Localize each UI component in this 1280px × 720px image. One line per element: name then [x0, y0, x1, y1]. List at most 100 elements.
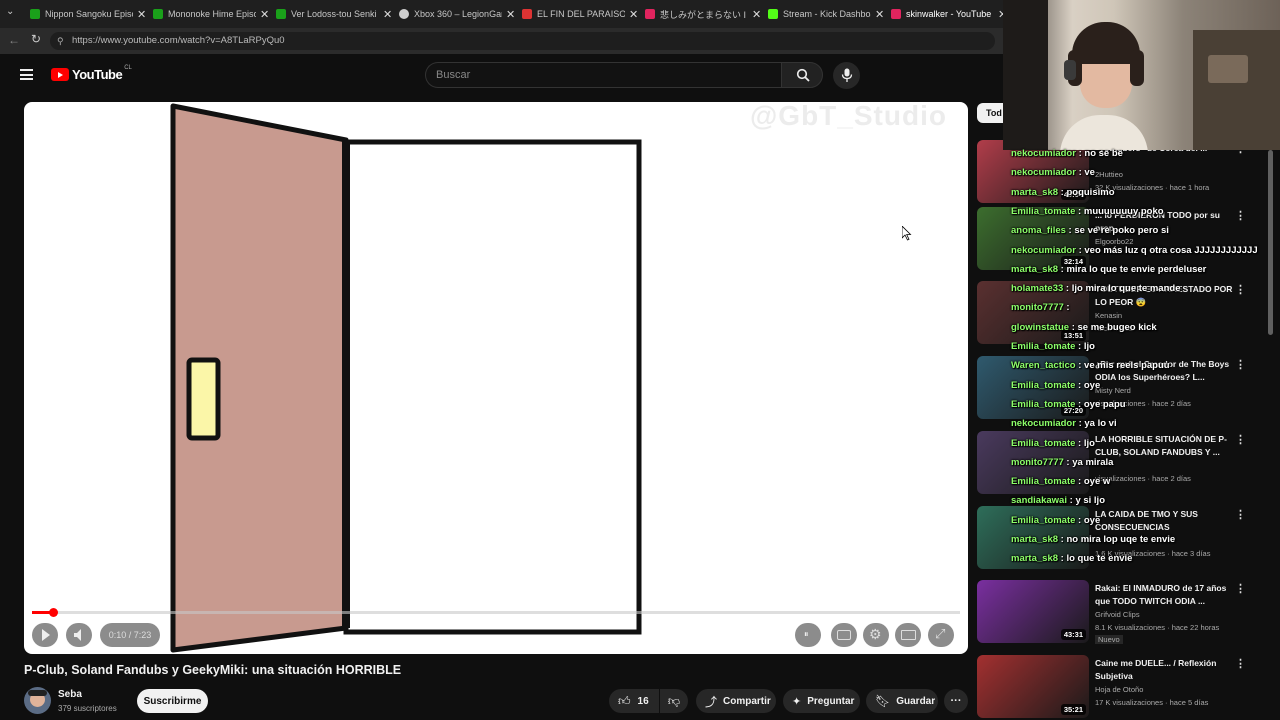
address-bar[interactable]: ⚲ https://www.youtube.com/watch?v=A8TLaR…	[50, 32, 995, 50]
url-text: https://www.youtube.com/watch?v=A8TLaRPy…	[72, 35, 285, 46]
recommendation-title[interactable]: Caine me DUELE... / Reflexión Subjetiva	[1095, 657, 1235, 683]
recommendation-channel[interactable]: Misty Nerd	[1095, 386, 1255, 395]
video-duration: 49:04	[1060, 189, 1086, 200]
recommendation-thumbnail[interactable]: 27:20	[977, 356, 1089, 419]
recommendation-item[interactable]: 13:51 YOUTUBER ES ARRESTADO POR LO PEOR 😨…	[977, 281, 1267, 351]
microphone-icon	[841, 68, 852, 82]
recommendation-menu-icon[interactable]: ⋮	[1235, 209, 1246, 222]
recommendation-menu-icon[interactable]: ⋮	[1235, 582, 1246, 595]
recommendation-channel[interactable]: Elgoorbo22	[1095, 237, 1255, 246]
reload-icon[interactable]: ↻	[31, 32, 41, 46]
recommendation-thumbnail[interactable]: 43:31	[977, 580, 1089, 643]
recommendation-item[interactable]: 43:31 Rakai: El INMADURO de 17 años que T…	[977, 580, 1267, 650]
subtitles-button[interactable]	[831, 623, 857, 647]
play-icon	[42, 629, 50, 641]
fullscreen-button[interactable]: ⤢	[928, 623, 954, 647]
youtube-logo[interactable]: YouTube CL	[51, 65, 132, 82]
tab-close-icon[interactable]: ✕	[875, 8, 884, 21]
browser-tab[interactable]: Nippon Sangoku Episo ✕	[30, 4, 147, 24]
browser-tab[interactable]: EL FIN DEL PARAISO - C ✕	[522, 4, 639, 24]
tab-close-icon[interactable]: ✕	[629, 8, 638, 21]
tab-close-icon[interactable]: ✕	[752, 8, 761, 21]
recommendation-title[interactable]: ... lo PERDIERON TODO por su prop...	[1095, 209, 1235, 235]
like-button[interactable]: 👍︎ 16	[609, 689, 659, 713]
progress-bar[interactable]	[32, 608, 960, 617]
recommendation-channel[interactable]: 2Huttieo	[1095, 170, 1255, 179]
autoplay-toggle[interactable]: ⏸	[795, 623, 821, 647]
share-button[interactable]: ⤴ Compartir	[696, 689, 776, 713]
recommendation-item[interactable]: 27:20 ¿Por qué el Creador de The Boys ODI…	[977, 356, 1267, 426]
browser-tab[interactable]: Mononoke Hime Episo ✕	[153, 4, 270, 24]
thumbs-down-icon: 👎︎	[667, 693, 681, 708]
browser-tab[interactable]: Stream - Kick Dashboa ✕	[768, 4, 885, 24]
ask-button[interactable]: ✦ Preguntar	[783, 689, 860, 713]
more-icon: ···	[950, 695, 962, 707]
recommendation-title[interactable]: LA HORRIBLE SITUACIÓN DE P-CLUB, SOLAND …	[1095, 433, 1235, 459]
tab-list-chevron-icon[interactable]: ⌄	[6, 6, 14, 17]
recommendation-title[interactable]: Rakai: El INMADURO de 17 años que TODO T…	[1095, 582, 1235, 608]
recommendation-menu-icon[interactable]: ⋮	[1235, 508, 1246, 521]
recommendation-meta: 32 K visualizaciones · hace 1 hora	[1095, 183, 1210, 192]
recommendations-scrollbar[interactable]	[1268, 150, 1273, 335]
recommendation-thumbnail[interactable]: 13:51	[977, 281, 1089, 344]
settings-button[interactable]: ⚙	[863, 623, 889, 647]
recommendation-title[interactable]: ¿Por qué el Creador de The Boys ODIA los…	[1095, 358, 1235, 384]
recommendation-thumbnail[interactable]	[977, 506, 1089, 569]
chip-all[interactable]: Tod	[977, 103, 1003, 123]
theater-mode-button[interactable]	[895, 623, 921, 647]
recommendation-channel[interactable]: Hoja de Otoño	[1095, 685, 1255, 694]
channel-name[interactable]: Seba	[58, 689, 82, 700]
subtitles-icon	[837, 630, 851, 640]
tab-favicon-icon	[768, 9, 778, 19]
menu-icon[interactable]	[20, 69, 33, 80]
recommendation-item[interactable]: LA CAIDA DE TMO Y SUS CONSECUENCIAS 1.6 K…	[977, 506, 1267, 576]
tab-close-icon[interactable]: ✕	[260, 8, 269, 21]
channel-avatar[interactable]	[24, 687, 51, 714]
tab-favicon-icon	[522, 9, 532, 19]
browser-tab[interactable]: skinwalker - YouTube✕	[891, 4, 1008, 24]
search-input[interactable]: Buscar	[425, 62, 781, 88]
ask-label: Preguntar	[807, 695, 855, 707]
video-duration: 43:31	[1060, 629, 1086, 640]
recommendations-list: 49:04"Youtubers" de Corea del ...2Huttie…	[977, 140, 1272, 720]
recommendation-menu-icon[interactable]: ⋮	[1235, 283, 1246, 296]
recommendation-menu-icon[interactable]: ⋮	[1235, 358, 1246, 371]
site-info-icon[interactable]: ⚲	[57, 32, 64, 50]
dislike-button[interactable]: 👎︎	[660, 689, 688, 713]
play-button[interactable]	[32, 623, 58, 647]
volume-button[interactable]	[66, 623, 92, 647]
browser-tab[interactable]: Xbox 360 – LegionGam ✕	[399, 4, 516, 24]
logo-text: YouTube	[72, 67, 123, 82]
mouse-cursor-icon	[902, 226, 912, 241]
tab-close-icon[interactable]: ✕	[137, 8, 146, 21]
recommendation-thumbnail[interactable]: 32:14	[977, 207, 1089, 270]
tab-close-icon[interactable]: ✕	[383, 8, 392, 21]
tab-close-icon[interactable]: ✕	[506, 8, 515, 21]
save-button[interactable]: 🔖︎ Guardar	[866, 689, 938, 713]
recommendation-thumbnail[interactable]	[977, 431, 1089, 494]
search-button[interactable]	[781, 62, 823, 88]
recommendation-thumbnail[interactable]: 35:21	[977, 655, 1089, 718]
recommendation-channel[interactable]: Grifvoid Clips	[1095, 610, 1255, 619]
recommendation-menu-icon[interactable]: ⋮	[1235, 433, 1246, 446]
share-label: Compartir	[723, 695, 771, 707]
recommendation-item[interactable]: 35:21 Caine me DUELE... / Reflexión Subje…	[977, 655, 1267, 720]
recommendation-title[interactable]: LA CAIDA DE TMO Y SUS CONSECUENCIAS	[1095, 508, 1235, 534]
voice-search-button[interactable]	[833, 62, 860, 89]
channel-watermark: @GbT_Studio	[750, 102, 947, 131]
subscribe-button[interactable]: Suscribirme	[137, 689, 208, 713]
browser-tab[interactable]: Ver Lodoss-tou Senki O ✕	[276, 4, 393, 24]
pause-icon: ⏸	[804, 629, 809, 639]
recommendation-item[interactable]: LA HORRIBLE SITUACIÓN DE P-CLUB, SOLAND …	[977, 431, 1267, 501]
more-actions-button[interactable]: ···	[944, 689, 968, 713]
recommendation-channel[interactable]: Kenasin	[1095, 311, 1255, 320]
back-icon[interactable]: ←	[8, 33, 20, 47]
tab-title: Xbox 360 – LegionGam	[414, 9, 502, 19]
video-player[interactable]: @GbT_Studio 0:10 / 7:23 ⏸ ⚙ ⤢	[24, 102, 968, 654]
recommendation-title[interactable]: YOUTUBER ES ARRESTADO POR LO PEOR 😨	[1095, 283, 1235, 309]
video-duration: 13:51	[1060, 330, 1086, 341]
browser-tab[interactable]: 悲しみがとまらない I CAI ✕	[645, 4, 762, 24]
recommendation-menu-icon[interactable]: ⋮	[1235, 657, 1246, 670]
recommendation-item[interactable]: 32:14 ... lo PERDIERON TODO por su prop..…	[977, 207, 1267, 277]
recommendation-item[interactable]: 49:04"Youtubers" de Corea del ...2Huttie…	[977, 140, 1267, 210]
